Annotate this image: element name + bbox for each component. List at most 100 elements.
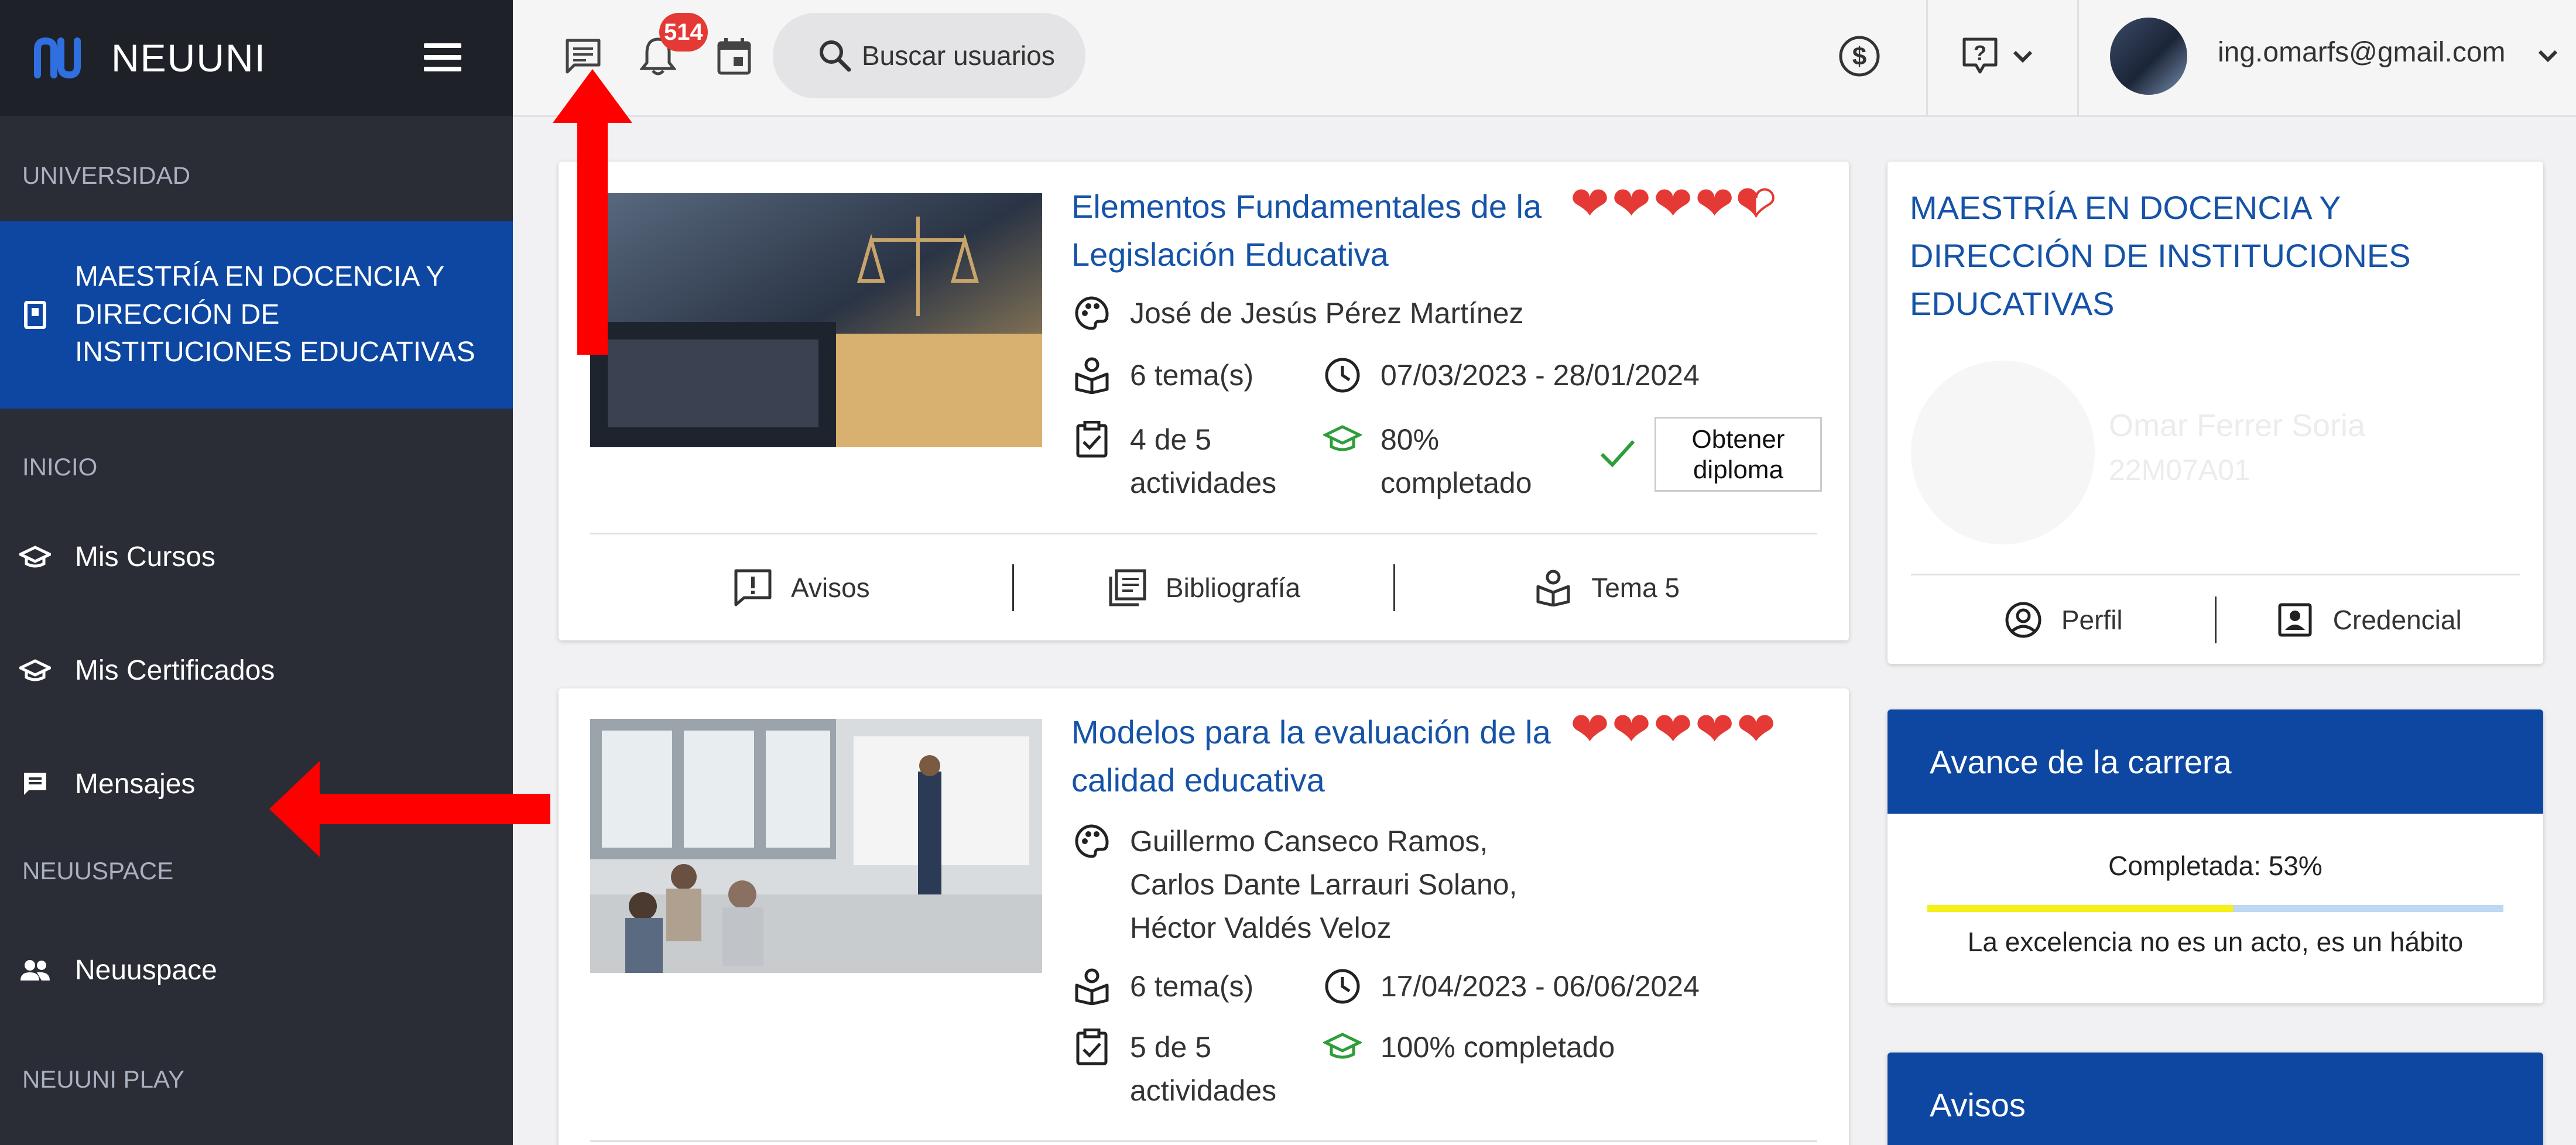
sidebar-item-program[interactable]: MAESTRÍA EN DOCENCIA Y DIRECCIÓN DE INST… [0, 221, 513, 409]
career-progress-bar [1927, 905, 2503, 912]
section-label-universidad: UNIVERSIDAD [22, 162, 191, 189]
career-progress-completed: Completada: 53% [2108, 851, 2322, 881]
profile-program-title: MAESTRÍA EN DOCENCIA Y DIRECCIÓN DE INST… [1910, 189, 2411, 322]
billing-dollar-icon[interactable]: $ [1837, 34, 1882, 78]
course-card: Modelos para la evaluación de la calidad… [559, 688, 1849, 1145]
course-progress-label: 100% completado [1381, 1031, 1615, 1064]
sidebar-item-program-label: MAESTRÍA EN DOCENCIA Y DIRECCIÓN DE INST… [75, 260, 475, 368]
course-date-range: 17/04/2023 - 06/06/2024 [1381, 970, 1700, 1003]
chevron-down-icon [2013, 50, 2033, 63]
topbar: 514 Buscar usuarios $ ? ing.omarfs@gmail… [513, 0, 2576, 117]
graduation-cap-icon [1322, 1026, 1363, 1069]
sidebar-item-mis-certificados[interactable]: Mis Certificados [0, 613, 513, 727]
sidebar-item-neuuspace[interactable]: Neuuspace [0, 913, 513, 1027]
profile-card-footer: Perfil Credencial [1911, 574, 2520, 664]
course-topics: 6 tema(s) [1071, 354, 1253, 397]
section-label-neuuniplay: NEUUNI PLAY [22, 1065, 184, 1093]
course-bibliografia-label: Bibliografía [1165, 572, 1301, 603]
search-icon [820, 40, 851, 72]
get-diploma-button[interactable]: Obtener diploma [1654, 417, 1822, 492]
user-avatar[interactable] [2110, 18, 2187, 95]
course-teacher: José de Jesús Pérez Martínez [1071, 292, 1524, 335]
heart-icon: ❤ [1695, 177, 1735, 229]
heart-icon: ❤ [1653, 703, 1693, 755]
topic-icon [1071, 965, 1112, 1008]
book-icon [18, 297, 53, 332]
course-thumbnail-image[interactable] [590, 193, 1042, 447]
help-menu-button[interactable]: ? [1957, 34, 2039, 78]
topbar-divider [2077, 0, 2079, 117]
svg-text:?: ? [1974, 41, 1986, 65]
heart-icon: ❤ [1695, 703, 1735, 755]
sidebar-item-mis-cursos[interactable]: Mis Cursos [0, 500, 513, 613]
course-activities: 5 de 5 actividades [1071, 1026, 1317, 1112]
sidebar-item-mis-cursos-label: Mis Cursos [75, 541, 216, 572]
course-avisos-button[interactable]: Avisos [590, 567, 1012, 608]
palette-icon [1071, 292, 1112, 335]
course-dates: 17/04/2023 - 06/06/2024 [1322, 965, 1700, 1008]
graduation-cap-icon [1322, 418, 1363, 461]
search-users-button[interactable]: Buscar usuarios [773, 13, 1085, 98]
heart-icon: ❤ [1612, 177, 1652, 229]
course-tema-button[interactable]: Tema 5 [1395, 567, 1817, 608]
graduation-cap-icon [18, 653, 53, 688]
career-progress-fill [1927, 905, 2233, 912]
users-icon [18, 952, 53, 988]
avisos-panel-title: Avisos [1888, 1053, 2543, 1145]
checklist-icon [1071, 418, 1112, 461]
course-activities: 4 de 5 actividades [1071, 418, 1317, 505]
perfil-button[interactable]: Perfil [1911, 599, 2215, 640]
course-progress: 80% completado [1322, 418, 1591, 505]
course-title-link[interactable]: Modelos para la evaluación de la calidad… [1071, 708, 1575, 804]
heart-icon: ❤ [1570, 703, 1610, 755]
avisos-panel: Avisos [1888, 1053, 2543, 1145]
career-progress-card: Avance de la carrera Completada: 53% La … [1888, 709, 2543, 1003]
message-icon [18, 766, 53, 801]
clock-icon [1322, 965, 1363, 1008]
course-teacher-names: Guillermo Canseco Ramos, Carlos Dante La… [1130, 825, 1517, 944]
course-teacher: Guillermo Canseco Ramos, Carlos Dante La… [1071, 820, 1517, 949]
credencial-button[interactable]: Credencial [2217, 599, 2520, 640]
course-title-link[interactable]: Elementos Fundamentales de la Legislació… [1071, 183, 1575, 279]
sidebar-item-mis-certificados-label: Mis Certificados [75, 654, 275, 686]
course-card-footer-divider [590, 1140, 1817, 1142]
clock-icon [1322, 354, 1363, 397]
profile-photo [1911, 361, 2095, 544]
heart-icon: ❤ [1736, 703, 1776, 755]
profile-student-id: 22M07A01 [2109, 454, 2250, 486]
id-card-icon [2274, 599, 2315, 640]
alert-message-icon [732, 567, 773, 608]
check-icon [1600, 440, 1635, 468]
course-activities-count: 5 de 5 actividades [1130, 1031, 1277, 1107]
graduation-cap-icon [18, 539, 53, 574]
palette-icon [1071, 820, 1112, 863]
annotation-arrow-left-icon [269, 761, 550, 857]
help-icon: ? [1962, 37, 1998, 74]
hamburger-menu-icon[interactable] [424, 43, 461, 71]
sidebar-item-neuuspace-label: Neuuspace [75, 954, 217, 986]
sidebar-item-mensajes-label: Mensajes [75, 768, 196, 800]
course-progress: 100% completado [1322, 1026, 1732, 1069]
user-email[interactable]: ing.omarfs@gmail.com [2218, 36, 2506, 68]
course-teacher-name: José de Jesús Pérez Martínez [1130, 297, 1524, 330]
heart-icon: ❤ [1612, 703, 1652, 755]
heart-icon: ❤ [1653, 177, 1693, 229]
notification-badge: 514 [659, 13, 708, 52]
course-progress-label: 80% completado [1381, 423, 1532, 499]
course-card-footer: Avisos Bibliografía Tema 5 [590, 533, 1817, 640]
course-rating: ❤ ❤ ❤ ❤ ❤ [1570, 177, 1777, 229]
perfil-label: Perfil [2061, 604, 2123, 635]
course-tema-label: Tema 5 [1591, 572, 1680, 603]
course-thumbnail-image[interactable] [590, 719, 1042, 973]
profile-card: MAESTRÍA EN DOCENCIA Y DIRECCIÓN DE INST… [1888, 162, 2543, 664]
course-rating: ❤ ❤ ❤ ❤ ❤ [1570, 706, 1776, 753]
calendar-icon[interactable] [712, 34, 756, 78]
course-activities-count: 4 de 5 actividades [1130, 423, 1277, 499]
neuuni-logo-icon [34, 37, 81, 78]
course-bibliografia-button[interactable]: Bibliografía [1014, 567, 1394, 608]
course-topics: 6 tema(s) [1071, 965, 1253, 1008]
course-card: Elementos Fundamentales de la Legislació… [559, 162, 1849, 640]
library-books-icon [1107, 567, 1148, 608]
course-topics-count: 6 tema(s) [1130, 359, 1254, 392]
chevron-down-icon[interactable] [2536, 47, 2560, 64]
